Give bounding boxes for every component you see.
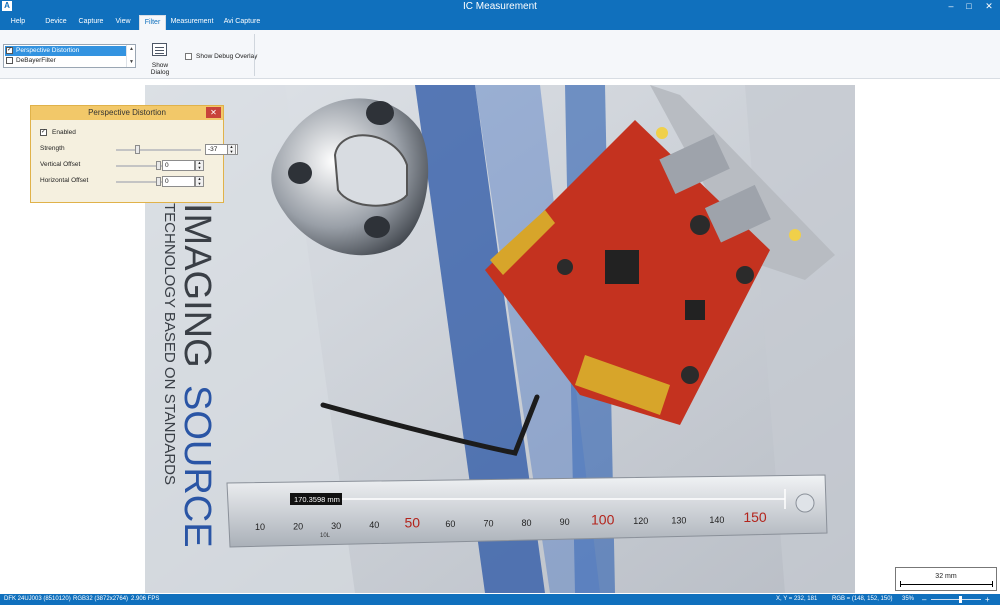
ruler-label: 80 xyxy=(522,518,532,528)
debug-overlay-checkbox[interactable] xyxy=(185,53,192,60)
tab-view[interactable]: View xyxy=(112,15,134,30)
vertical-offset-input[interactable]: 0 xyxy=(162,160,195,171)
measurement-tag[interactable]: 170.3598 mm xyxy=(290,493,342,505)
horizontal-offset-input[interactable]: 0 xyxy=(162,176,195,187)
camera-scene: IMAGING SOURCE TECHNOLOGY BASED ON STAND… xyxy=(145,85,855,593)
ruler-label: 30 xyxy=(331,521,341,531)
tab-help[interactable]: Help xyxy=(4,15,32,30)
box-text-tagline: TECHNOLOGY BASED ON STANDARDS xyxy=(161,203,178,485)
status-fps: 2.906 FPS xyxy=(131,596,160,602)
debug-overlay-label: Show Debug Overlay xyxy=(196,53,258,60)
ruler-label: 40 xyxy=(369,520,379,530)
perspective-distortion-dialog: Perspective Distortion ✕ ✓ Enabled Stren… xyxy=(30,105,238,203)
filter-list-scrollbar[interactable]: ▲ ▼ xyxy=(126,45,135,67)
dialog-close-icon[interactable]: ✕ xyxy=(206,107,221,118)
ruler-label: 10 xyxy=(255,522,265,532)
ribbon-panel: ✓ Perspective Distortion DeBayerFilter ▲… xyxy=(0,30,1000,79)
vertical-offset-label: Vertical Offset xyxy=(40,161,81,168)
ruler-label: 20 xyxy=(293,521,303,531)
filter-item-debayer[interactable]: DeBayerFilter xyxy=(5,56,127,66)
close-button[interactable]: ✕ xyxy=(982,0,996,14)
ruler-small-text: 10L xyxy=(320,533,331,539)
slider-thumb[interactable] xyxy=(155,161,161,170)
box-text-imaging: IMAGING xyxy=(176,203,218,368)
filter-checkbox[interactable]: ✓ xyxy=(6,47,13,54)
status-bar: DFK 24UJ003 (8510120) RGB32 (3872x2764) … xyxy=(0,594,1000,605)
ribbon-tab-bar: Help Device Capture View Filter Measurem… xyxy=(0,14,1000,30)
show-dialog-label: Show Dialog xyxy=(150,62,170,76)
scale-bar xyxy=(900,581,993,587)
scroll-down-icon[interactable]: ▼ xyxy=(128,59,135,65)
ruler-label: 150 xyxy=(743,509,767,525)
ruler-label: 130 xyxy=(671,515,686,525)
strength-spinner[interactable]: ▲ ▼ xyxy=(227,144,236,155)
slider-thumb[interactable] xyxy=(155,177,161,186)
maximize-button[interactable]: □ xyxy=(962,0,976,14)
ruler-label: 50 xyxy=(405,515,421,531)
zoom-slider-thumb[interactable] xyxy=(958,596,962,603)
scroll-up-icon[interactable]: ▲ xyxy=(128,46,135,52)
status-zoom: 35% xyxy=(902,596,915,602)
title-bar: A IC Measurement – □ ✕ xyxy=(0,0,1000,14)
filter-item-label: DeBayerFilter xyxy=(16,57,56,64)
box-text-source: SOURCE xyxy=(176,385,218,548)
tab-filter[interactable]: Filter xyxy=(139,15,166,30)
ruler-label: 70 xyxy=(483,518,493,528)
ruler-label: 120 xyxy=(633,516,648,526)
ribbon-divider xyxy=(254,34,255,76)
ruler-label: 100 xyxy=(591,512,615,528)
filter-checkbox[interactable] xyxy=(6,57,13,64)
enabled-checkbox[interactable]: ✓ xyxy=(40,129,47,136)
status-rgb: RGB = (148, 152, 150) xyxy=(832,596,893,602)
zoom-slider[interactable] xyxy=(931,599,981,600)
horizontal-offset-label: Horizontal Offset xyxy=(40,177,89,184)
filter-list[interactable]: ✓ Perspective Distortion DeBayerFilter ▲… xyxy=(3,44,136,68)
show-dialog-button[interactable]: Show Dialog xyxy=(143,42,177,76)
enabled-label: Enabled xyxy=(52,129,76,136)
dialog-icon xyxy=(152,43,167,56)
zoom-out-icon[interactable]: – xyxy=(922,594,926,605)
slider-thumb[interactable] xyxy=(135,145,141,154)
filter-item-perspective-distortion[interactable]: ✓ Perspective Distortion xyxy=(5,46,127,56)
dialog-title: Perspective Distortion xyxy=(31,106,223,120)
status-coordinates: X, Y = 232, 181 xyxy=(776,596,818,602)
ruler-label: 60 xyxy=(445,519,455,529)
scale-bar-overlay: 32 mm xyxy=(895,567,997,591)
measurement-value: 170.3598 mm xyxy=(294,495,340,504)
ruler-label: 140 xyxy=(709,515,724,525)
status-format: RGB32 (3872x2764) xyxy=(73,596,129,602)
tab-device[interactable]: Device xyxy=(42,15,70,30)
window-title: IC Measurement xyxy=(463,1,537,12)
camera-image[interactable]: IMAGING SOURCE TECHNOLOGY BASED ON STAND… xyxy=(145,85,855,593)
tab-capture[interactable]: Capture xyxy=(76,15,106,30)
ruler-label: 90 xyxy=(560,517,570,527)
tab-measurement[interactable]: Measurement xyxy=(170,15,214,30)
zoom-in-icon[interactable]: + xyxy=(985,594,990,605)
show-debug-overlay-toggle[interactable]: Show Debug Overlay xyxy=(185,52,257,62)
minimize-button[interactable]: – xyxy=(944,0,958,14)
filter-item-label: Perspective Distortion xyxy=(16,47,80,54)
strength-slider[interactable] xyxy=(116,145,201,154)
scale-bar-label: 32 mm xyxy=(935,573,957,580)
status-device: DFK 24UJ003 (8510120) xyxy=(4,596,71,602)
strength-label: Strength xyxy=(40,145,65,152)
vertical-offset-spinner[interactable]: ▲ ▼ xyxy=(195,160,204,171)
tab-avi-capture[interactable]: Avi Capture xyxy=(222,15,262,30)
horizontal-offset-spinner[interactable]: ▲ ▼ xyxy=(195,176,204,187)
